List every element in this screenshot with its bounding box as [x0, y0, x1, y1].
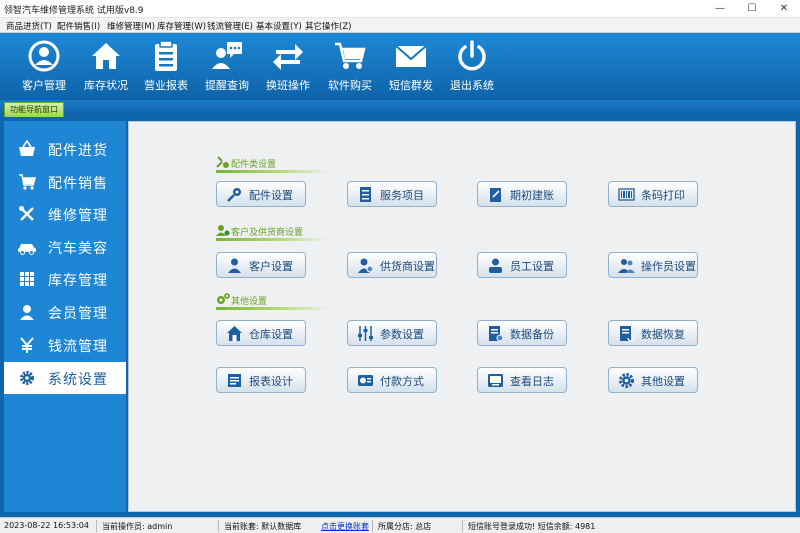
toolbar-sms-button[interactable]: 短信群发: [382, 33, 440, 100]
status-datetime: 2023-08-22 16:53:04: [4, 521, 89, 530]
gear-icon: [619, 373, 634, 388]
nav-tab-strip: 功能导航窗口: [0, 100, 800, 117]
parameter-settings-button[interactable]: 参数设置: [347, 320, 437, 346]
sidebar-item-parts-purchase[interactable]: 配件进货: [4, 133, 126, 165]
menu-cashflow[interactable]: 钱流管理(E): [207, 20, 253, 32]
yen-icon: [20, 337, 34, 353]
payment-method-button[interactable]: 付款方式: [347, 367, 437, 393]
sidebar-item-repair[interactable]: 维修管理: [4, 198, 126, 230]
service-items-button[interactable]: 服务项目: [347, 181, 437, 207]
gear-icon: [20, 371, 34, 385]
toolbar: 客户管理 库存状况 营业报表 提醒查询 换班操作 软件购买 短信群发 退出系统: [0, 33, 800, 100]
minimize-button[interactable]: —: [706, 0, 734, 18]
title-bar: 领智汽车维修管理系统 试用版v8.9 — ☐ ✕: [0, 0, 800, 18]
sidebar-item-cashflow[interactable]: 钱流管理: [4, 329, 126, 361]
menu-inventory[interactable]: 库存管理(W): [157, 20, 206, 32]
sidebar-item-parts-sales[interactable]: 配件销售: [4, 166, 126, 198]
section-divider: [216, 238, 328, 241]
user-icon: [20, 305, 34, 320]
sidebar-item-system-settings[interactable]: 系统设置: [4, 362, 126, 394]
cart-icon: [19, 174, 36, 190]
report-design-button[interactable]: 报表设计: [216, 367, 306, 393]
toolbar-shift-button[interactable]: 换班操作: [259, 33, 317, 100]
menu-basic-settings[interactable]: 基本设置(Y): [256, 20, 302, 32]
car-icon: [18, 244, 36, 255]
menu-purchase[interactable]: 商品进货(T): [6, 20, 52, 32]
toolbar-reminder-button[interactable]: 提醒查询: [198, 33, 256, 100]
menu-bar: 商品进货(T) 配件销售(I) 维修管理(M) 库存管理(W) 钱流管理(E) …: [0, 18, 800, 33]
toolbar-buy-button[interactable]: 软件购买: [321, 33, 379, 100]
gears-icon: [217, 293, 230, 304]
customer-settings-button[interactable]: 客户设置: [216, 252, 306, 278]
tab-function-nav[interactable]: 功能导航窗口: [4, 102, 64, 117]
menu-parts-sales[interactable]: 配件销售(I): [57, 20, 100, 32]
wrench-gear-icon: [216, 156, 229, 168]
chat-user-icon: [212, 42, 242, 69]
users-icon: [216, 225, 230, 236]
status-branch: 所属分店: 总店: [378, 522, 432, 531]
sidebar-item-car-beauty[interactable]: 汽车美容: [4, 231, 126, 263]
tools-icon: [19, 206, 34, 221]
employee-icon: [489, 258, 502, 273]
other-settings-button[interactable]: 其他设置: [608, 367, 698, 393]
basket-icon: [19, 140, 35, 156]
status-operator: 当前操作员: admin: [102, 522, 173, 531]
opening-account-button[interactable]: 期初建账: [477, 181, 567, 207]
close-button[interactable]: ✕: [770, 0, 798, 18]
maximize-button[interactable]: ☐: [738, 0, 766, 18]
switch-account-link[interactable]: 点击更换账套: [321, 521, 369, 532]
operator-icon: [618, 259, 635, 273]
log-icon: [488, 374, 503, 387]
cart-icon: [335, 42, 366, 69]
parts-icon: [227, 188, 241, 202]
operator-settings-button[interactable]: 操作员设置: [608, 252, 698, 278]
menu-other[interactable]: 其它操作(Z): [305, 20, 351, 32]
user-icon: [228, 258, 241, 273]
warehouse-settings-button[interactable]: 仓库设置: [216, 320, 306, 346]
employee-settings-button[interactable]: 员工设置: [477, 252, 567, 278]
toolbar-exit-button[interactable]: 退出系统: [443, 33, 501, 100]
data-backup-button[interactable]: 数据备份: [477, 320, 567, 346]
status-account: 当前账套: 默认数据库: [224, 522, 302, 531]
swap-arrows-icon: [273, 44, 303, 70]
user-gear-icon: [358, 258, 374, 273]
envelope-icon: [395, 45, 427, 67]
parts-settings-button[interactable]: 配件设置: [216, 181, 306, 207]
section-divider: [216, 307, 328, 310]
menu-repair[interactable]: 维修管理(M): [107, 20, 155, 32]
view-log-button[interactable]: 查看日志: [477, 367, 567, 393]
house-icon: [92, 43, 120, 69]
report-icon: [228, 374, 241, 387]
supplier-settings-button[interactable]: 供货商设置: [347, 252, 437, 278]
document-list-icon: [360, 187, 371, 202]
restore-icon: [620, 326, 635, 342]
payment-card-icon: [358, 375, 373, 386]
sliders-icon: [358, 326, 373, 341]
sidebar-item-members[interactable]: 会员管理: [4, 296, 126, 328]
status-sms: 短信账号登录成功! 短信余额: 4981: [468, 522, 596, 531]
clipboard-icon: [155, 40, 177, 71]
status-bar: 2023-08-22 16:53:04 当前操作员: admin 当前账套: 默…: [0, 517, 800, 533]
section-divider: [216, 170, 328, 173]
ledger-icon: [490, 188, 501, 202]
toolbar-customer-button[interactable]: 客户管理: [15, 33, 73, 100]
backup-icon: [489, 326, 504, 342]
settings-panel: [128, 121, 796, 512]
data-restore-button[interactable]: 数据恢复: [608, 320, 698, 346]
power-icon: [458, 40, 486, 71]
barcode-print-button[interactable]: 条码打印: [608, 181, 698, 207]
person-circle-icon: [28, 40, 60, 72]
toolbar-stock-button[interactable]: 库存状况: [77, 33, 135, 100]
grid-icon: [20, 272, 34, 286]
window-title: 领智汽车维修管理系统 试用版v8.9: [4, 6, 144, 16]
barcode-icon: [618, 188, 635, 201]
warehouse-icon: [227, 326, 242, 341]
toolbar-report-button[interactable]: 营业报表: [137, 33, 195, 100]
sidebar-item-inventory[interactable]: 库存管理: [4, 263, 126, 295]
